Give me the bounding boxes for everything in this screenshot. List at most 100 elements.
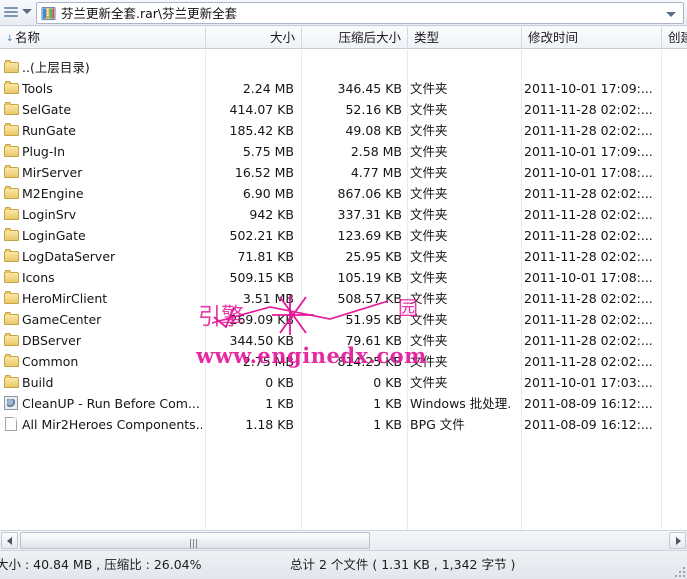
cell-type: 文件夹 [410,291,448,306]
chevron-down-icon[interactable] [22,9,32,14]
hamburger-menu-icon[interactable] [3,5,19,21]
resize-grip-icon[interactable] [673,565,685,577]
cell-type: 文件夹 [410,207,448,222]
cell-packed-size [302,57,402,78]
cell-name: Icons [22,270,55,285]
folder-icon [4,249,19,263]
cell-packed-size: 79.61 KB [345,333,402,348]
table-row[interactable]: LogDataServer 71.81 KB 25.95 KB 文件夹 2011-11-… [0,246,687,267]
cell-packed-size: 2.58 MB [350,144,402,159]
table-row[interactable]: Icons 509.15 KB 105.19 KB 文件夹 2011-10-01 17:… [0,267,687,288]
table-row[interactable]: MirServer 16.52 MB 4.77 MB 文件夹 2011-10-01 17… [0,162,687,183]
cell-modified: 2011-08-09 16:12:... [524,396,653,411]
cell-modified: 2011-11-28 02:02:... [524,249,653,264]
table-row[interactable]: ..(上层目录) [0,57,687,78]
cell-modified: 2011-11-28 02:02:... [524,123,653,138]
cell-size: 942 KB [249,207,294,222]
table-row[interactable]: Plug-In 5.75 MB 2.58 MB 文件夹 2011-10-01 17:09… [0,141,687,162]
folder-icon [4,354,19,368]
horizontal-scrollbar[interactable] [0,530,687,549]
sort-arrow-icon: ↓ [6,34,14,44]
cell-size: 509.15 KB [229,270,294,285]
cell-packed-size: 867.06 KB [337,186,402,201]
cell-type: 文件夹 [410,144,448,159]
cell-type: BPG 文件 [410,417,465,432]
scroll-left-arrow-icon[interactable] [1,532,18,549]
table-row[interactable]: SelGate 414.07 KB 52.16 KB 文件夹 2011-11-28 02… [0,99,687,120]
cell-modified: 2011-10-01 17:03:... [524,375,653,390]
cell-type: 文件夹 [410,354,448,369]
table-row[interactable]: CleanUP - Run Before Com... 1 KB 1 KB Windo… [0,393,687,414]
cell-size: 269.09 KB [229,312,294,327]
cell-packed-size: 508.57 KB [337,291,402,306]
folder-icon [4,165,19,179]
table-row[interactable]: Tools 2.24 MB 346.45 KB 文件夹 2011-10-01 17:09… [0,78,687,99]
table-row[interactable]: LoginGate 502.21 KB 123.69 KB 文件夹 2011-11-28… [0,225,687,246]
cell-type: 文件夹 [410,123,448,138]
cell-name: Tools [22,81,53,96]
table-row[interactable]: Build 0 KB 0 KB 文件夹 2011-10-01 17:03:... [0,372,687,393]
cell-modified: 2011-11-28 02:02:... [524,354,653,369]
cell-name: CleanUP - Run Before Com... [22,396,200,411]
address-chevron-down-icon[interactable] [666,12,676,17]
folder-icon [4,123,19,137]
column-header-packed-size[interactable]: 压缩后大小 [302,27,408,49]
cell-modified: 2011-10-01 17:08:... [524,270,653,285]
status-bar: 大小 : 40.84 MB , 压缩比 : 26.04% 总计 2 个文件 ( … [0,550,687,579]
table-row[interactable]: DBServer 344.50 KB 79.61 KB 文件夹 2011-11-28 0… [0,330,687,351]
cell-name: GameCenter [22,312,102,327]
column-header-name[interactable]: ↓名称 [0,27,206,49]
cell-size [206,57,294,78]
cell-packed-size: 814.25 KB [337,354,402,369]
cell-modified: 2011-11-28 02:02:... [524,186,653,201]
folder-icon [4,81,19,95]
cell-type: 文件夹 [410,312,448,327]
cell-type: 文件夹 [410,228,448,243]
winrar-window: 芬兰更新全套.rar\芬兰更新全套 ↓名称 大小 压缩后大小 类型 修改时间 创… [0,0,687,579]
cell-packed-size: 337.31 KB [337,207,402,222]
scrollbar-thumb[interactable] [20,532,370,549]
column-header-type[interactable]: 类型 [408,27,522,49]
folder-icon [4,60,19,74]
cell-packed-size: 105.19 KB [337,270,402,285]
cell-size: 344.50 KB [229,333,294,348]
cell-name: RunGate [22,123,76,138]
file-list[interactable]: ..(上层目录) Tools 2.24 MB 346.45 KB 文件夹 2011-10-… [0,49,687,530]
cell-name: LoginSrv [22,207,77,222]
table-row[interactable]: RunGate 185.42 KB 49.08 KB 文件夹 2011-11-28 02… [0,120,687,141]
column-header-modified[interactable]: 修改时间 [522,27,662,49]
table-row[interactable]: M2Engine 6.90 MB 867.06 KB 文件夹 2011-11-28 02… [0,183,687,204]
cell-type: 文件夹 [410,270,448,285]
cell-size: 2.75 MB [242,354,294,369]
table-row[interactable]: Common 2.75 MB 814.25 KB 文件夹 2011-11-28 02:0… [0,351,687,372]
cell-modified [524,57,674,78]
cell-packed-size: 4.77 MB [350,165,402,180]
column-header-created[interactable]: 创建 [662,27,687,49]
folder-icon [4,144,19,158]
cell-name: All Mir2Heroes Components... [22,417,202,432]
cell-modified: 2011-11-28 02:02:... [524,228,653,243]
cell-name: M2Engine [22,186,84,201]
cell-packed-size: 52.16 KB [345,102,402,117]
cell-size: 2.24 MB [242,81,294,96]
cell-modified: 2011-10-01 17:09:... [524,144,653,159]
cell-size: 0 KB [265,375,294,390]
cell-size: 16.52 MB [234,165,294,180]
table-row[interactable]: GameCenter 269.09 KB 51.95 KB 文件夹 2011-11-28… [0,309,687,330]
scroll-right-arrow-icon[interactable] [669,532,686,549]
column-header-size[interactable]: 大小 [206,27,302,49]
table-row[interactable]: LoginSrv 942 KB 337.31 KB 文件夹 2011-11-28 02:… [0,204,687,225]
address-toolbar: 芬兰更新全套.rar\芬兰更新全套 [0,0,687,26]
column-header-modified-label: 修改时间 [528,30,579,45]
folder-icon [4,102,19,116]
cell-name: MirServer [22,165,83,180]
table-row[interactable]: HeroMirClient 3.51 MB 508.57 KB 文件夹 2011-11-… [0,288,687,309]
cell-modified: 2011-11-28 02:02:... [524,207,653,222]
cell-modified: 2011-11-28 02:02:... [524,102,653,117]
cell-name: Build [22,375,54,390]
cell-size: 185.42 KB [229,123,294,138]
table-row[interactable]: All Mir2Heroes Components... 1.18 KB 1 KB B… [0,414,687,435]
address-input[interactable]: 芬兰更新全套.rar\芬兰更新全套 [36,2,684,24]
cell-name: LogDataServer [22,249,116,264]
column-header-packed-size-label: 压缩后大小 [338,30,401,45]
